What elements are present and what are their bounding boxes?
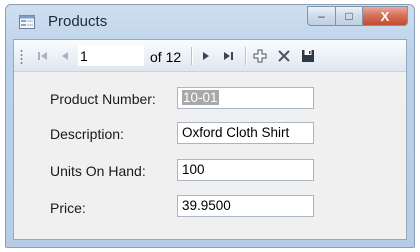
delete-icon[interactable] (277, 49, 291, 63)
description-label: Description: (50, 126, 124, 142)
toolbar-separator (245, 47, 247, 65)
price-label: Price: (50, 200, 86, 216)
position-input[interactable] (78, 45, 144, 66)
toolbar-separator (191, 47, 193, 65)
maximize-button[interactable]: □ (335, 6, 362, 26)
form-client-area: of 12 Product Number: (13, 39, 407, 240)
close-button[interactable]: X (362, 6, 408, 26)
title-bar[interactable]: Products – □ X (6, 5, 414, 39)
description-field[interactable]: Oxford Cloth Shirt (177, 122, 314, 144)
product-number-field[interactable]: 10-01 (177, 87, 314, 109)
move-last-icon[interactable] (221, 49, 235, 63)
toolbar-grip[interactable] (20, 49, 23, 65)
caption-buttons: – □ X (307, 6, 408, 28)
save-icon[interactable] (301, 49, 315, 63)
move-first-icon[interactable] (36, 49, 50, 63)
move-previous-icon[interactable] (58, 49, 72, 63)
price-value: 39.9500 (182, 198, 231, 213)
price-field[interactable]: 39.9500 (177, 195, 314, 217)
maximize-icon: □ (345, 9, 353, 23)
units-on-hand-value: 100 (182, 162, 205, 177)
product-number-label: Product Number: (50, 91, 156, 107)
count-label: of 12 (150, 49, 182, 65)
close-icon: X (380, 8, 390, 24)
window-title: Products (48, 13, 108, 30)
units-on-hand-field[interactable]: 100 (177, 159, 314, 181)
units-on-hand-label: Units On Hand: (50, 163, 146, 179)
products-window: Products – □ X of 12 (5, 4, 415, 248)
minimize-icon: – (318, 9, 325, 23)
minimize-button[interactable]: – (307, 6, 335, 26)
product-number-value: 10-01 (182, 90, 219, 105)
add-new-icon[interactable] (253, 49, 267, 63)
move-next-icon[interactable] (199, 49, 213, 63)
form-app-icon[interactable] (19, 15, 35, 29)
binding-navigator: of 12 (14, 40, 406, 72)
description-value: Oxford Cloth Shirt (182, 125, 290, 140)
